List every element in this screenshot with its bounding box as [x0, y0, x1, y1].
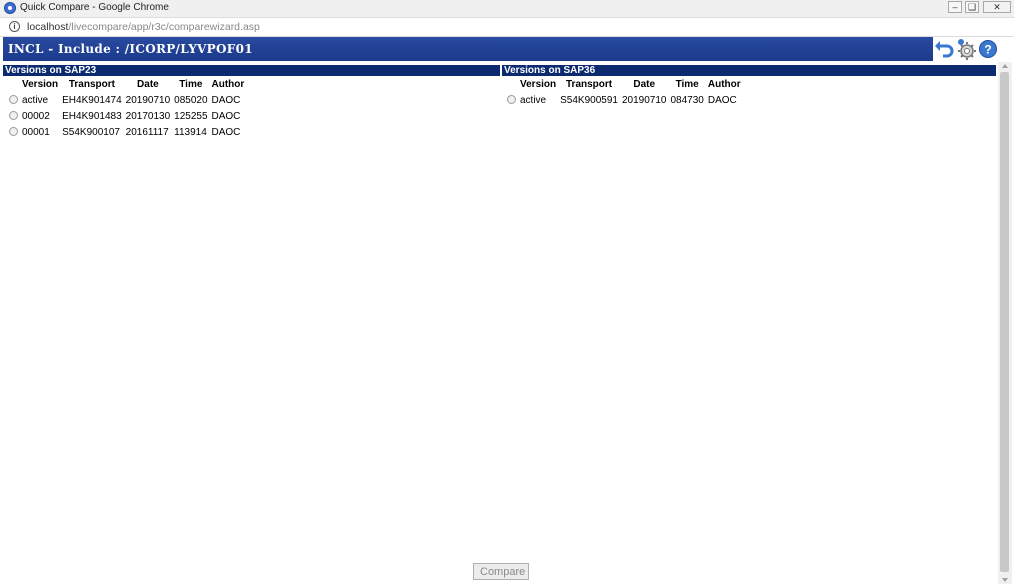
table-row[interactable]: active EH4K901474 20190710 085020 DAOC — [7, 92, 246, 108]
cell-date: 20190710 — [621, 94, 667, 106]
cell-time: 113914 — [174, 126, 207, 138]
cell-transport: S54K900591 — [560, 94, 618, 106]
page-title: INCL - Include : /ICORP/LYVPOF01 — [8, 42, 253, 56]
header-toolbar: ? — [934, 37, 998, 61]
compare-button[interactable]: Compare — [473, 563, 529, 580]
close-button[interactable]: ✕ — [983, 1, 1011, 13]
cell-author: DAOC — [211, 126, 241, 138]
col-date: Date — [137, 79, 159, 90]
col-version: Version — [520, 79, 557, 90]
restore-button[interactable]: ❑ — [965, 1, 979, 13]
scrollbar-thumb[interactable] — [1000, 72, 1009, 572]
table-row[interactable]: 00001 S54K900107 20161117 113914 DAOC — [7, 124, 246, 140]
version-radio-cell[interactable] — [7, 92, 20, 108]
chrome-app-icon — [4, 2, 16, 14]
scroll-down-arrow-icon[interactable] — [1002, 578, 1008, 582]
cell-version: 00002 — [22, 110, 50, 122]
cell-time: 125255 — [174, 110, 208, 122]
cell-author: DAOC — [211, 110, 241, 122]
col-time: Time — [675, 79, 699, 90]
version-radio-cell[interactable] — [7, 108, 20, 124]
left-versions-table: Version Transport Date Time Author activ… — [7, 77, 246, 140]
cell-date: 20161117 — [125, 126, 169, 138]
cell-transport: EH4K901483 — [62, 110, 122, 122]
url-path: /livecompare/app/r3c/comparewizard.asp — [68, 21, 260, 33]
page-header: INCL - Include : /ICORP/LYVPOF01 — [3, 37, 933, 61]
svg-text:?: ? — [984, 43, 991, 57]
cell-author: DAOC — [707, 94, 737, 106]
help-icon[interactable]: ? — [978, 38, 998, 60]
info-icon[interactable]: i — [9, 21, 20, 32]
url-text[interactable]: localhost/livecompare/app/r3c/comparewiz… — [27, 21, 260, 33]
window-title: Quick Compare - Google Chrome — [20, 2, 169, 13]
cell-date: 20170130 — [125, 110, 171, 122]
left-panel-heading: Versions on SAP23 — [3, 65, 500, 76]
version-radio[interactable] — [9, 95, 18, 105]
cell-time: 084730 — [670, 94, 704, 106]
cell-version: active — [22, 94, 49, 106]
col-transport: Transport — [68, 79, 115, 90]
window-titlebar: Quick Compare - Google Chrome – ❑ ✕ — [0, 0, 1014, 18]
col-time: Time — [179, 79, 203, 90]
minimize-button[interactable]: – — [948, 1, 962, 13]
table-row[interactable]: active S54K900591 20190710 084730 DAOC — [505, 92, 743, 108]
col-date: Date — [633, 79, 656, 90]
version-radio-cell[interactable] — [505, 92, 518, 108]
col-version: Version — [22, 79, 59, 90]
cell-time: 085020 — [174, 94, 208, 106]
scroll-up-arrow-icon[interactable] — [1002, 64, 1008, 68]
cell-author: DAOC — [211, 94, 241, 106]
table-row[interactable]: 00002 EH4K901483 20170130 125255 DAOC — [7, 108, 246, 124]
col-author: Author — [211, 79, 245, 90]
cell-version: active — [520, 94, 547, 106]
version-radio-cell[interactable] — [7, 124, 20, 140]
col-transport: Transport — [566, 79, 613, 90]
undo-icon[interactable] — [934, 38, 954, 60]
cell-date: 20190710 — [125, 94, 171, 106]
cell-transport: S54K900107 — [62, 126, 120, 138]
right-versions-table: Version Transport Date Time Author activ… — [505, 77, 743, 108]
page-scrollbar[interactable] — [998, 62, 1012, 584]
col-author: Author — [707, 79, 741, 90]
gear-icon[interactable] — [956, 38, 976, 60]
address-bar[interactable]: i localhost/livecompare/app/r3c/comparew… — [0, 18, 1014, 37]
cell-version: 00001 — [22, 126, 50, 138]
right-panel-heading: Versions on SAP36 — [502, 65, 996, 76]
url-host: localhost — [27, 21, 69, 33]
cell-transport: EH4K901474 — [62, 94, 122, 106]
version-radio[interactable] — [9, 111, 18, 121]
version-radio[interactable] — [9, 127, 18, 137]
version-radio[interactable] — [507, 95, 516, 105]
